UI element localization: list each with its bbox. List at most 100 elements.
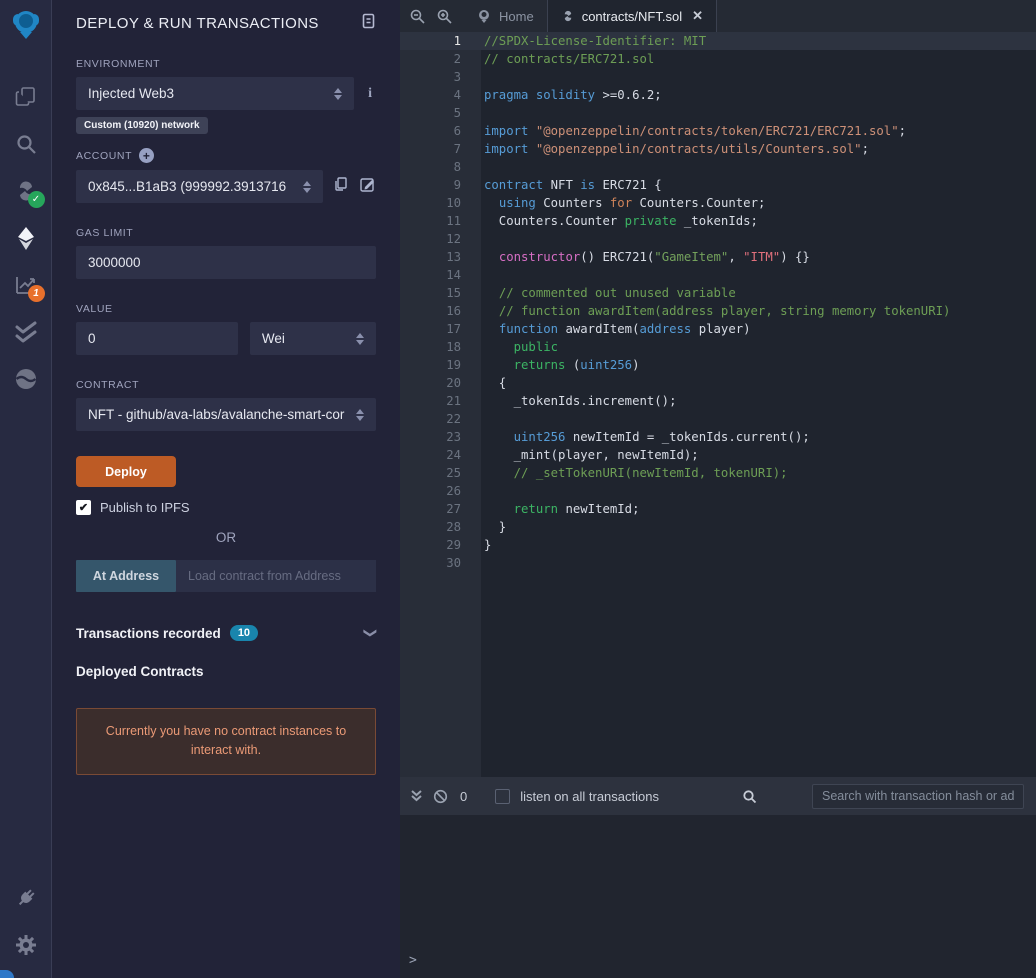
no-instances-alert: Currently you have no contract instances… <box>76 708 376 775</box>
zoom-in-icon[interactable] <box>436 8 453 25</box>
remix-logo-icon[interactable] <box>7 6 45 49</box>
code-line[interactable]: 14 <box>400 266 1036 284</box>
select-stepper-icon <box>356 332 364 345</box>
clear-pending-icon[interactable] <box>433 789 448 804</box>
panel-title: DEPLOY & RUN TRANSACTIONS <box>76 15 319 32</box>
settings-gear-icon[interactable] <box>6 925 46 965</box>
code-line[interactable]: 12 <box>400 230 1036 248</box>
code-line[interactable]: 20 { <box>400 374 1036 392</box>
account-label: ACCOUNT + <box>76 148 376 163</box>
code-line[interactable]: 8 <box>400 158 1036 176</box>
line-number: 25 <box>400 464 481 482</box>
code-line[interactable]: 6 import "@openzeppelin/contracts/token/E… <box>400 122 1036 140</box>
code-line[interactable]: 7 import "@openzeppelin/contracts/utils/C… <box>400 140 1036 158</box>
line-number: 29 <box>400 536 481 554</box>
remix-ide-window: ✓ 1 DEPLOY & RUN TRANSACTIONS ENVIRONMEN… <box>0 0 1036 978</box>
terminal-prompt[interactable]: > <box>409 953 417 968</box>
code-line[interactable]: 23 uint256 newItemId = _tokenIds.current… <box>400 428 1036 446</box>
code-line[interactable]: 19 returns (uint256) <box>400 356 1036 374</box>
select-stepper-icon <box>303 180 311 193</box>
gas-limit-input[interactable] <box>76 246 376 279</box>
code-line[interactable]: 22 <box>400 410 1036 428</box>
value-input[interactable] <box>76 322 238 355</box>
static-analysis-icon[interactable]: 1 <box>6 265 46 305</box>
line-number: 7 <box>400 140 481 158</box>
code-line[interactable]: 3 <box>400 68 1036 86</box>
listen-all-transactions-checkbox[interactable] <box>495 788 511 804</box>
code-editor[interactable]: 1//SPDX-License-Identifier: MIT 2// contr… <box>400 32 1036 777</box>
debugger-icon[interactable] <box>6 359 46 399</box>
deploy-run-icon[interactable] <box>6 218 46 258</box>
plugin-manager-icon[interactable] <box>6 878 46 918</box>
code-line[interactable]: 30 <box>400 554 1036 572</box>
tab-home[interactable]: Home <box>463 0 547 32</box>
code-line[interactable]: 1//SPDX-License-Identifier: MIT <box>400 32 1036 50</box>
code-line[interactable]: 5 <box>400 104 1036 122</box>
code-line[interactable]: 4 pragma solidity >=0.6.2; <box>400 86 1036 104</box>
network-badge: Custom (10920) network <box>76 117 208 134</box>
tab-nft-sol[interactable]: contracts/NFT.sol ✕ <box>546 0 718 32</box>
line-number: 10 <box>400 194 481 212</box>
copy-account-icon[interactable] <box>333 176 349 197</box>
line-number: 2 <box>400 50 481 68</box>
code-line[interactable]: 29} <box>400 536 1036 554</box>
code-line[interactable]: 24 _mint(player, newItemId); <box>400 446 1036 464</box>
expand-terminal-icon[interactable] <box>410 789 423 803</box>
terminal-console[interactable]: > <box>400 815 1036 978</box>
terminal-search-input[interactable] <box>811 783 1024 809</box>
unit-testing-icon[interactable] <box>6 312 46 352</box>
close-tab-icon[interactable]: ✕ <box>692 8 703 24</box>
code-line[interactable]: 17 function awardItem(address player) <box>400 320 1036 338</box>
publish-ipfs-label: Publish to IPFS <box>100 500 190 515</box>
line-number: 26 <box>400 482 481 500</box>
terminal-toolbar: 0 listen on all transactions <box>400 777 1036 815</box>
transactions-recorded-toggle[interactable]: Transactions recorded 10 ❯ <box>76 625 379 641</box>
search-icon[interactable] <box>6 124 46 164</box>
add-account-icon[interactable]: + <box>139 148 155 163</box>
environment-select[interactable]: Injected Web3 <box>76 77 355 110</box>
edit-account-icon[interactable] <box>359 176 376 198</box>
code-line[interactable]: 10 using Counters for Counters.Counter; <box>400 194 1036 212</box>
value-unit-select[interactable]: Wei <box>249 322 376 355</box>
account-select[interactable]: 0x845...B1aB3 (999992.3913716 <box>76 170 323 203</box>
gas-limit-label: GAS LIMIT <box>76 227 134 239</box>
line-number: 23 <box>400 428 481 446</box>
code-line[interactable]: 25 // _setTokenURI(newItemId, tokenURI); <box>400 464 1036 482</box>
file-explorer-icon[interactable] <box>6 77 46 117</box>
solidity-compiler-icon[interactable]: ✓ <box>6 171 46 211</box>
code-line[interactable]: 26 <box>400 482 1036 500</box>
code-line[interactable]: 18 public <box>400 338 1036 356</box>
deploy-button[interactable]: Deploy <box>76 456 176 487</box>
code-line[interactable]: 13 constructor() ERC721("GameItem", "ITM… <box>400 248 1036 266</box>
editor-empty-space[interactable] <box>400 572 1036 777</box>
deployed-contracts-heading: Deployed Contracts <box>76 664 204 679</box>
code-line[interactable]: 15 // commented out unused variable <box>400 284 1036 302</box>
line-number: 21 <box>400 392 481 410</box>
at-address-button[interactable]: At Address <box>76 560 176 592</box>
line-number: 8 <box>400 158 481 176</box>
chevron-down-icon[interactable]: ❯ <box>363 628 379 639</box>
line-number: 17 <box>400 320 481 338</box>
zoom-out-icon[interactable] <box>409 8 426 25</box>
line-number: 1 <box>400 32 481 50</box>
contract-select[interactable]: NFT - github/ava-labs/avalanche-smart-co… <box>76 398 376 431</box>
code-line[interactable]: 27 return newItemId; <box>400 500 1036 518</box>
publish-ipfs-checkbox[interactable]: ✔ <box>76 500 91 515</box>
code-line[interactable]: 9 contract NFT is ERC721 { <box>400 176 1036 194</box>
code-line[interactable]: 28 } <box>400 518 1036 536</box>
docs-icon[interactable] <box>361 13 376 34</box>
code-line[interactable]: 2// contracts/ERC721.sol <box>400 50 1036 68</box>
code-line[interactable]: 11 Counters.Counter private _tokenIds; <box>400 212 1036 230</box>
icon-sidebar: ✓ 1 <box>0 0 52 978</box>
line-number: 24 <box>400 446 481 464</box>
code-line[interactable]: 16 // function awardItem(address player,… <box>400 302 1036 320</box>
line-number: 18 <box>400 338 481 356</box>
line-number: 27 <box>400 500 481 518</box>
line-number: 20 <box>400 374 481 392</box>
solidity-file-icon <box>564 10 571 22</box>
environment-info-icon[interactable]: i <box>364 86 376 102</box>
line-number: 11 <box>400 212 481 230</box>
code-line[interactable]: 21 _tokenIds.increment(); <box>400 392 1036 410</box>
line-number: 3 <box>400 68 481 86</box>
at-address-input[interactable] <box>176 560 376 592</box>
